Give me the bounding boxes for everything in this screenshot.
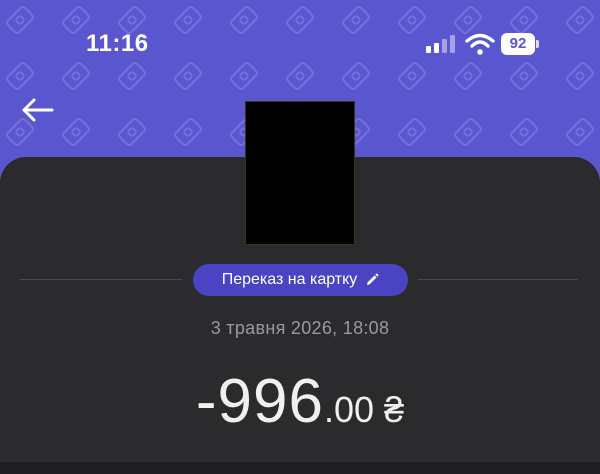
transaction-date: 3 травня 2026, 18:08 — [210, 318, 390, 338]
back-arrow-icon[interactable] — [20, 94, 56, 126]
pattern-card-icon — [118, 118, 146, 146]
divider-left — [20, 279, 182, 280]
status-time: 11:16 — [86, 30, 149, 57]
pencil-icon — [367, 273, 379, 285]
status-bar: 11:16 92 — [0, 0, 600, 80]
amount-decimal: .00 — [324, 389, 375, 430]
pattern-card-icon — [510, 118, 538, 146]
recipient-avatar-redacted — [245, 101, 355, 245]
signal-bars-icon — [426, 35, 455, 53]
transaction-amount: -996.00 ₴ — [0, 366, 600, 437]
battery-level: 92 — [501, 33, 535, 55]
pattern-card-icon — [566, 118, 594, 146]
pattern-card-icon — [174, 118, 202, 146]
pattern-card-icon — [62, 118, 90, 146]
wifi-icon — [465, 33, 495, 55]
pattern-card-icon — [454, 118, 482, 146]
battery-indicator: 92 — [501, 33, 539, 55]
pattern-card-icon — [398, 118, 426, 146]
amount-integer: -996 — [195, 367, 324, 436]
transaction-category-chip[interactable]: Переказ на картку — [193, 264, 408, 296]
divider-right — [418, 279, 578, 280]
battery-cap — [536, 40, 539, 48]
bottom-section-edge — [0, 462, 600, 474]
category-label: Переказ на картку — [221, 271, 358, 288]
currency-symbol: ₴ — [384, 389, 405, 430]
